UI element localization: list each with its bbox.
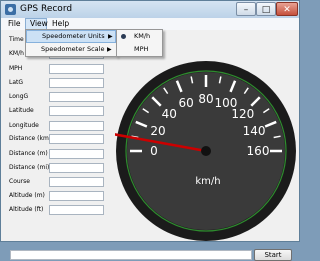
field-label: LongG: [9, 93, 29, 100]
units-submenu: KM/h MPH: [116, 29, 163, 57]
submenu-arrow-icon: ▶: [107, 46, 112, 53]
submenu-item-kmh[interactable]: KM/h: [117, 30, 162, 43]
field-label: Course: [9, 178, 30, 185]
start-button[interactable]: Start: [254, 249, 292, 261]
gauge-tick-label: 140: [243, 124, 266, 138]
field-textbox[interactable]: [49, 163, 104, 173]
gauge-tick-label: 60: [178, 96, 193, 110]
field-textbox[interactable]: [49, 78, 104, 88]
submenu-item-label: MPH: [134, 45, 149, 53]
gauge-tick-label: 20: [150, 124, 165, 138]
field-textbox[interactable]: [49, 191, 104, 201]
gauge-tick-label: 120: [231, 107, 254, 121]
menu-file[interactable]: File: [4, 18, 25, 30]
status-bar: [10, 250, 252, 260]
title-bar[interactable]: GPS Record – □ ✕: [1, 1, 299, 18]
maximize-button[interactable]: □: [256, 2, 276, 16]
menu-item-label: Speedometer Scale: [41, 45, 105, 53]
field-label: Longitude: [9, 122, 39, 129]
field-textbox[interactable]: [49, 177, 104, 187]
field-label: Distance (km): [9, 135, 52, 142]
field-textbox[interactable]: [49, 64, 104, 74]
field-textbox[interactable]: [49, 205, 104, 215]
client-area: Time KM/h MPH LatG LongG Latitude Longitude Dis…: [2, 30, 298, 261]
menu-item-label: Speedometer Units: [42, 32, 105, 40]
menu-item-speedometer-scale[interactable]: Speedometer Scale ▶: [26, 43, 116, 56]
field-label: Altitude (ft): [9, 206, 44, 213]
view-menu-dropdown: Speedometer Units ▶ Speedometer Scale ▶: [25, 29, 117, 57]
field-label: KM/h: [9, 50, 24, 57]
gauge-unit-label: km/h: [195, 176, 220, 187]
field-label: Distance (mi): [9, 164, 50, 171]
gauge-tick-label: 80: [198, 92, 213, 106]
submenu-item-label: KM/h: [134, 32, 151, 40]
speedometer-gauge: 0204060 80 100120140160 km/h: [115, 61, 296, 241]
minimize-button[interactable]: –: [236, 2, 256, 16]
submenu-item-mph[interactable]: MPH: [117, 43, 162, 56]
menu-item-speedometer-units[interactable]: Speedometer Units ▶: [26, 30, 116, 43]
field-label: Latitude: [9, 107, 34, 114]
submenu-arrow-icon: ▶: [108, 33, 113, 40]
radio-bullet-icon: [121, 34, 126, 39]
close-button[interactable]: ✕: [276, 2, 298, 16]
window-title: GPS Record: [20, 4, 73, 14]
main-window: GPS Record – □ ✕ File View Help Time KM/h…: [0, 0, 300, 261]
field-textbox[interactable]: [49, 134, 104, 144]
field-textbox[interactable]: [49, 92, 104, 102]
field-textbox[interactable]: [49, 106, 104, 116]
gauge-tick-label: 0: [150, 144, 158, 158]
field-textbox[interactable]: [49, 121, 104, 131]
app-icon: [5, 4, 16, 15]
gauge-tick-label: 40: [162, 107, 177, 121]
field-label: LatG: [9, 79, 24, 86]
field-label: MPH: [9, 65, 23, 72]
field-textbox[interactable]: [49, 149, 104, 159]
field-label: Altitude (m): [9, 192, 45, 199]
gauge-hub: [201, 146, 211, 156]
field-label: Time: [9, 36, 24, 43]
field-label: Distance (m): [9, 150, 48, 157]
gauge-tick-label: 160: [247, 144, 270, 158]
